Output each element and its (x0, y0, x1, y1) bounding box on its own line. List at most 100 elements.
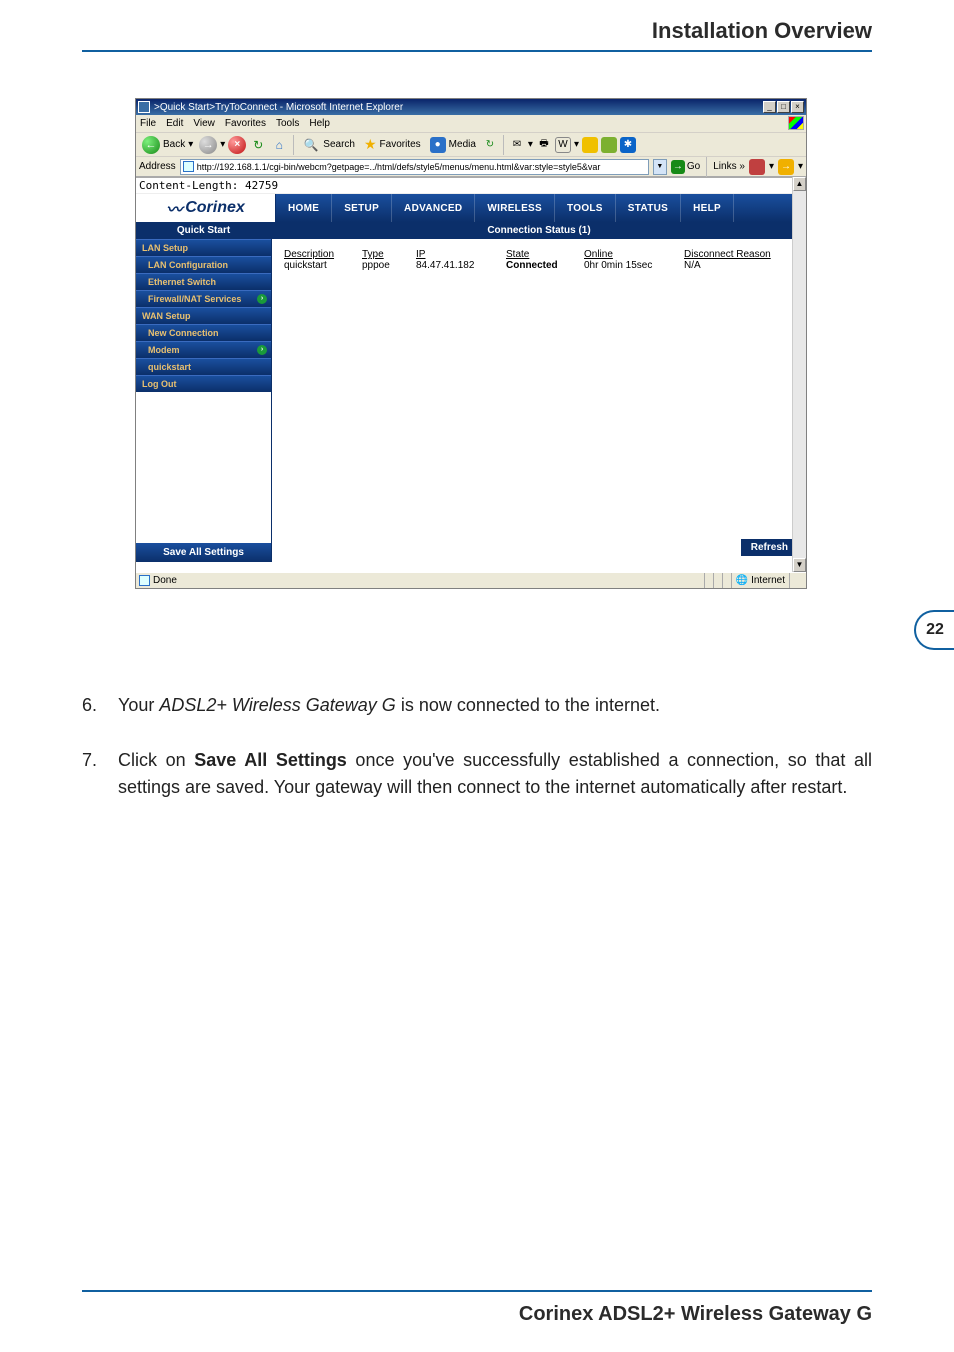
dropdown-icon: ▾ (769, 161, 774, 172)
links-label[interactable]: Links » (713, 161, 745, 172)
save-all-settings-button[interactable]: Save All Settings (136, 543, 271, 562)
col-state: State (506, 249, 574, 260)
address-url: http://192.168.1.1/cgi-bin/webcm?getpage… (197, 162, 601, 172)
search-button[interactable]: 🔍 Search (299, 136, 358, 154)
menu-view[interactable]: View (193, 118, 215, 129)
col-ip: IP (416, 249, 496, 260)
nav-tools[interactable]: TOOLS (555, 194, 616, 222)
bluetooth-button[interactable]: ✱ (620, 137, 636, 153)
toolbar-divider (293, 135, 294, 155)
col-description: Description (284, 249, 352, 260)
col-type: Type (362, 249, 406, 260)
connection-status-panel: Connection Status (1) Description Type I… (272, 222, 806, 562)
menu-file[interactable]: File (140, 118, 156, 129)
links-extra-icon[interactable]: → (778, 159, 794, 175)
dropdown-icon: ▾ (188, 139, 193, 150)
nav-wireless[interactable]: WIRELESS (475, 194, 555, 222)
sidebar-modem[interactable]: Modem › (136, 341, 271, 358)
product-name: ADSL2+ Wireless Gateway G (159, 695, 395, 715)
print-button[interactable]: 🖶 (536, 137, 552, 153)
messenger-button[interactable] (601, 137, 617, 153)
text: is now connected to the internet. (396, 695, 660, 715)
media-label: Media (449, 139, 476, 150)
list-number: 6. (82, 692, 118, 719)
window-close-button[interactable]: × (791, 101, 804, 113)
sidebar-firewall-nat[interactable]: Firewall/NAT Services › (136, 290, 271, 307)
sidebar-lan-config[interactable]: LAN Configuration (136, 256, 271, 273)
refresh-button[interactable]: ↻ (249, 136, 267, 154)
sidebar-quickstart[interactable]: quickstart (136, 358, 271, 375)
star-icon: ★ (364, 136, 377, 153)
address-label: Address (139, 161, 176, 172)
go-label: Go (687, 161, 700, 172)
ie-app-icon (138, 101, 150, 113)
menu-edit[interactable]: Edit (166, 118, 183, 129)
sidebar-ethernet-switch[interactable]: Ethernet Switch (136, 273, 271, 290)
page-icon (139, 575, 150, 586)
corinex-header: 〰Corinex HOME SETUP ADVANCED WIRELESS TO… (136, 194, 806, 222)
menu-bar: File Edit View Favorites Tools Help (136, 115, 806, 133)
sidebar: Quick Start LAN Setup LAN Configuration … (136, 222, 272, 562)
menu-help[interactable]: Help (309, 118, 330, 129)
col-disconnect-reason: Disconnect Reason (684, 249, 794, 260)
nav-advanced[interactable]: ADVANCED (392, 194, 475, 222)
window-maximize-button[interactable]: □ (777, 101, 790, 113)
address-dropdown[interactable]: ▼ (653, 159, 667, 175)
nav-home[interactable]: HOME (276, 194, 332, 222)
resize-grip[interactable] (789, 573, 803, 588)
mail-button[interactable]: ✉ (509, 137, 525, 153)
text: Click on (118, 750, 194, 770)
scroll-down-arrow[interactable]: ▼ (793, 558, 806, 572)
page-content-area: Content-Length: 42759 〰Corinex HOME SETU… (136, 177, 806, 572)
val-type: pppoe (362, 260, 406, 271)
back-arrow-icon: ← (142, 136, 160, 154)
nav-setup[interactable]: SETUP (332, 194, 392, 222)
go-button[interactable]: → Go (671, 160, 700, 174)
menu-tools[interactable]: Tools (276, 118, 299, 129)
connection-table: Description Type IP State Online Disconn… (272, 249, 806, 271)
dropdown-icon: ▾ (220, 139, 225, 150)
nav-status[interactable]: STATUS (616, 194, 681, 222)
footer-rule (82, 1290, 872, 1292)
instructions-block: 6. Your ADSL2+ Wireless Gateway G is now… (82, 692, 872, 829)
favorites-button[interactable]: ★ Favorites (361, 136, 424, 153)
edit-button[interactable]: W (555, 137, 571, 153)
sidebar-lan-setup[interactable]: LAN Setup (136, 239, 271, 256)
address-bar: Address http://192.168.1.1/cgi-bin/webcm… (136, 157, 806, 177)
save-all-settings-text: Save All Settings (194, 750, 347, 770)
toolbar: ← Back ▾ → ▾ × ↻ ⌂ 🔍 Search ★ Favorites … (136, 133, 806, 157)
history-button[interactable]: ↻ (482, 137, 498, 153)
val-online: 0hr 0min 15sec (584, 260, 674, 271)
vertical-scrollbar[interactable]: ▲ ▼ (792, 177, 806, 572)
refresh-button[interactable]: Refresh (741, 539, 798, 556)
menu-favorites[interactable]: Favorites (225, 118, 266, 129)
address-input[interactable]: http://192.168.1.1/cgi-bin/webcm?getpage… (180, 159, 649, 175)
media-icon: ● (430, 137, 446, 153)
dropdown-icon: ▾ (798, 161, 803, 172)
instruction-7: 7. Click on Save All Settings once you'v… (82, 747, 872, 801)
page-number-badge: 22 (914, 610, 954, 650)
sidebar-wan-setup[interactable]: WAN Setup (136, 307, 271, 324)
val-disconnect-reason: N/A (684, 260, 794, 271)
nav-help[interactable]: HELP (681, 194, 734, 222)
val-state: Connected (506, 260, 574, 271)
sidebar-logout[interactable]: Log Out (136, 375, 271, 392)
status-zone: 🌐 Internet (731, 573, 789, 588)
internet-zone-icon: 🌐 (736, 575, 748, 586)
window-title: >Quick Start>TryToConnect - Microsoft In… (154, 102, 403, 113)
sidebar-new-connection[interactable]: New Connection (136, 324, 271, 341)
media-button[interactable]: ● Media (427, 137, 479, 153)
dropdown-icon: ▾ (574, 139, 579, 150)
norton-icon[interactable] (749, 159, 765, 175)
search-label: Search (323, 139, 355, 150)
stop-button[interactable]: × (228, 136, 246, 154)
forward-button[interactable]: → (199, 136, 217, 154)
back-button[interactable]: ← Back ▾ (139, 136, 196, 154)
window-minimize-button[interactable]: _ (763, 101, 776, 113)
home-button[interactable]: ⌂ (270, 136, 288, 154)
expand-arrow-icon: › (257, 345, 267, 355)
search-icon: 🔍 (302, 136, 320, 154)
discuss-button[interactable] (582, 137, 598, 153)
header-rule (82, 50, 872, 52)
scroll-up-arrow[interactable]: ▲ (793, 177, 806, 191)
